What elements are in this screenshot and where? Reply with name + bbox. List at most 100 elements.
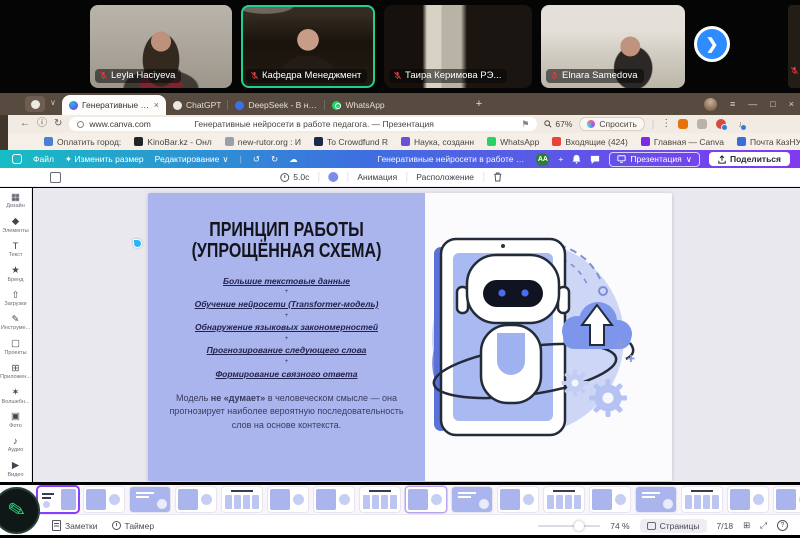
browser-tab-1[interactable]: Генеративные нейро...× [62, 95, 166, 115]
slide-thumbnail-3[interactable] [130, 487, 170, 512]
address-field[interactable]: www.canva.com Генеративные нейросети в р… [69, 117, 537, 131]
sidebar-item-apps[interactable]: ⊞Приложен... [0, 360, 31, 384]
site-info-icon[interactable] [77, 121, 84, 128]
bookmark-item-9[interactable]: Почта КазНУ — А [737, 137, 800, 147]
bookmark-item-5[interactable]: Наука, созданн [401, 137, 474, 147]
sidebar-item-magic[interactable]: ✶Волшебн... [0, 384, 31, 408]
video-tile-4[interactable]: Elnara Samedova [541, 5, 685, 88]
animate-button[interactable]: Анимация [357, 172, 397, 182]
more-options-icon[interactable]: ⋮ [661, 119, 671, 129]
bookmark-item-4[interactable]: To Crowdfund R [314, 137, 388, 147]
slide-thumbnail-12[interactable] [544, 487, 584, 512]
share-button[interactable]: Поделиться [709, 152, 790, 166]
download-icon[interactable]: ↓ [735, 119, 745, 129]
slide-thumbnail-16[interactable] [728, 487, 768, 512]
present-button[interactable]: Презентация ∨ [609, 152, 700, 167]
undo-icon[interactable]: ↺ [253, 154, 260, 165]
sidebar-item-text[interactable]: TТекст [0, 238, 31, 262]
help-icon[interactable]: ? [777, 520, 788, 531]
bookmark-item-3[interactable]: new-rutor.org : И [225, 137, 301, 147]
timer-button[interactable]: Таймер [112, 521, 155, 531]
window-edge [0, 115, 8, 150]
video-tile-2[interactable]: Кафедра Менеджмент [241, 5, 375, 88]
comment-icon[interactable] [590, 155, 600, 164]
tab-search-chevron-icon[interactable]: ∨ [50, 98, 56, 107]
slide-thumbnail-7[interactable] [314, 487, 354, 512]
slide-thumbnail-5[interactable] [222, 487, 262, 512]
close-button[interactable]: × [789, 99, 794, 109]
add-collaborator-button[interactable]: + [558, 154, 563, 164]
video-tile-3[interactable]: Таира Керимова РЭ... [384, 5, 532, 88]
resize-menu[interactable]: ✦ Изменить размер [65, 154, 144, 165]
next-participants-button[interactable]: ❯ [694, 26, 730, 62]
new-tab-button[interactable]: + [472, 97, 486, 111]
grid-view-icon[interactable]: ⊞ [743, 520, 750, 531]
browser-app-icon[interactable] [25, 96, 45, 112]
bookmark-item-1[interactable]: Оплатить город: [44, 137, 121, 147]
bookmark-item-6[interactable]: WhatsApp [487, 137, 539, 147]
slide-thumbnail-11[interactable] [498, 487, 538, 512]
extension-icon-gray[interactable] [697, 119, 707, 129]
slide-thumbnail-10[interactable] [452, 487, 492, 512]
zoom-slider-knob[interactable] [574, 521, 584, 531]
file-menu[interactable]: Файл [33, 154, 54, 164]
extension-icon-orange[interactable] [678, 119, 688, 129]
minimize-button[interactable]: — [748, 99, 757, 109]
redo-icon[interactable]: ↻ [271, 154, 278, 165]
zoom-percentage[interactable]: 74 % [610, 521, 629, 531]
zoom-level-indicator[interactable]: 67% [544, 119, 572, 129]
browser-menu-icon[interactable]: ≡ [730, 99, 735, 109]
browser-profile-avatar[interactable] [704, 98, 717, 111]
fullscreen-icon[interactable]: ⤢ [760, 520, 767, 531]
sidebar-item-projects[interactable]: ▢Проекты [0, 335, 31, 359]
bookmark-icon[interactable]: ⚑ [521, 119, 529, 130]
site-permissions-icon[interactable]: ⓘ [37, 119, 47, 129]
slide-thumbnail-8[interactable] [360, 487, 400, 512]
sidebar-item-elements[interactable]: ◆Элементы [0, 213, 31, 237]
bookmark-item-2[interactable]: KinoBar.kz - Онл [134, 137, 211, 147]
sidebar-item-audio[interactable]: ♪Аудио [0, 433, 31, 457]
document-title[interactable]: Генеративные нейросети в работе педагога… [377, 154, 527, 164]
notes-view-icon[interactable] [50, 172, 61, 183]
video-tile-1[interactable]: Leyla Haciyeva [90, 5, 232, 88]
reload-icon[interactable]: ↻ [54, 119, 62, 129]
sidebar-item-uploads[interactable]: ⇧Загрузки [0, 287, 31, 311]
browser-tab-3[interactable]: DeepSeek - В неизвестн... [228, 95, 325, 115]
slide-thumbnail-14[interactable] [636, 487, 676, 512]
sidebar-item-video[interactable]: ▶Видео [0, 457, 31, 481]
slide-thumbnail-9[interactable] [406, 487, 446, 512]
position-button[interactable]: Расположение [416, 172, 474, 182]
browser-tab-4[interactable]: WhatsApp [325, 95, 391, 115]
sidebar-item-tools[interactable]: ✎Инструме... [0, 311, 31, 335]
bookmark-label: Наука, созданн [414, 137, 474, 147]
sidebar-item-design[interactable]: ▦Дизайн [0, 189, 31, 213]
ask-button[interactable]: Спросить [579, 117, 645, 131]
close-tab-icon[interactable]: × [154, 100, 159, 110]
zoom-slider[interactable] [538, 525, 600, 527]
sidebar-item-brand[interactable]: ★Бренд [0, 262, 31, 286]
bookmark-item-8[interactable]: Главная — Canva [641, 137, 724, 147]
profile-sync-icon[interactable] [716, 119, 726, 129]
maximize-button[interactable]: □ [770, 99, 775, 109]
back-icon[interactable]: ← [20, 119, 30, 129]
bookmark-item-7[interactable]: Входящие (424) [552, 137, 628, 147]
slide-thumbnail-2[interactable] [84, 487, 124, 512]
canva-home-icon[interactable] [12, 154, 22, 164]
slide-thumbnail-15[interactable] [682, 487, 722, 512]
delete-icon[interactable] [493, 172, 502, 182]
background-color-swatch[interactable] [328, 172, 338, 182]
pages-button[interactable]: Страницы [640, 519, 707, 533]
slide-thumbnail-4[interactable] [176, 487, 216, 512]
presentation-slide[interactable]: ПРИНЦИП РАБОТЫ (УПРОЩЁННАЯ СХЕМА) Больши… [148, 193, 672, 481]
editing-mode-menu[interactable]: Редактирование ∨ [155, 154, 229, 165]
slide-thumbnail-6[interactable] [268, 487, 308, 512]
slide-thumbnail-1[interactable] [38, 487, 78, 512]
browser-tab-2[interactable]: ChatGPT [166, 95, 228, 115]
notes-button[interactable]: Заметки [52, 520, 98, 531]
collaborator-avatar[interactable]: AA [536, 153, 549, 166]
sidebar-item-photos[interactable]: ▣Фото [0, 409, 31, 433]
slide-thumbnail-13[interactable] [590, 487, 630, 512]
duration-control[interactable]: 5.0с [280, 172, 309, 182]
slide-thumbnail-17[interactable] [774, 487, 800, 512]
bell-icon[interactable] [572, 154, 581, 164]
